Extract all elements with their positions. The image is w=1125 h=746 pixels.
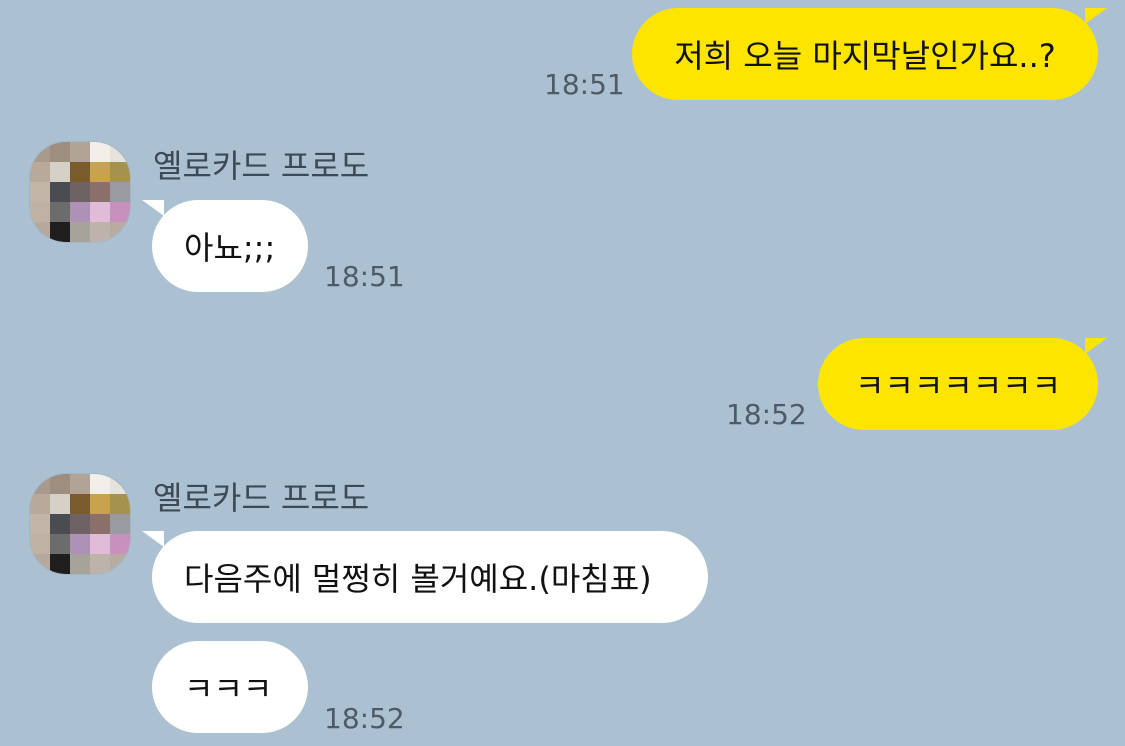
bubble-tail	[142, 531, 164, 547]
incoming-message-bubble[interactable]: 아뇨;;;	[152, 200, 308, 292]
bubble-tail	[142, 200, 164, 216]
profile-avatar-icon[interactable]	[30, 474, 130, 574]
message-text: ㅋㅋㅋㅋㅋㅋㅋ	[854, 367, 1062, 405]
message-text: 다음주에 멀쩡히 볼거예요.(마침표)	[184, 560, 652, 598]
message-text: 아뇨;;;	[184, 229, 276, 267]
outgoing-message-bubble[interactable]: 저희 오늘 마지막날인가요..?	[632, 8, 1098, 100]
message-time: 18:51	[544, 68, 625, 101]
message-time: 18:52	[324, 702, 405, 735]
profile-avatar-icon[interactable]	[30, 142, 130, 242]
message-time: 18:51	[324, 260, 405, 293]
message-text: 저희 오늘 마지막날인가요..?	[674, 37, 1056, 75]
bubble-tail	[1085, 338, 1107, 354]
sender-name: 옐로카드 프로도	[153, 147, 370, 185]
outgoing-message-bubble[interactable]: ㅋㅋㅋㅋㅋㅋㅋ	[818, 338, 1098, 430]
message-time: 18:52	[726, 398, 807, 431]
sender-name: 옐로카드 프로도	[153, 479, 370, 517]
bubble-tail	[1085, 8, 1107, 24]
incoming-message-bubble[interactable]: 다음주에 멀쩡히 볼거예요.(마침표)	[152, 531, 708, 623]
incoming-message-bubble[interactable]: ㅋㅋㅋ	[152, 641, 308, 733]
message-text: ㅋㅋㅋ	[184, 670, 273, 708]
chat-room: 저희 오늘 마지막날인가요..? 18:51 옐로카드 프로도 아뇨;;; 18…	[0, 0, 1125, 746]
